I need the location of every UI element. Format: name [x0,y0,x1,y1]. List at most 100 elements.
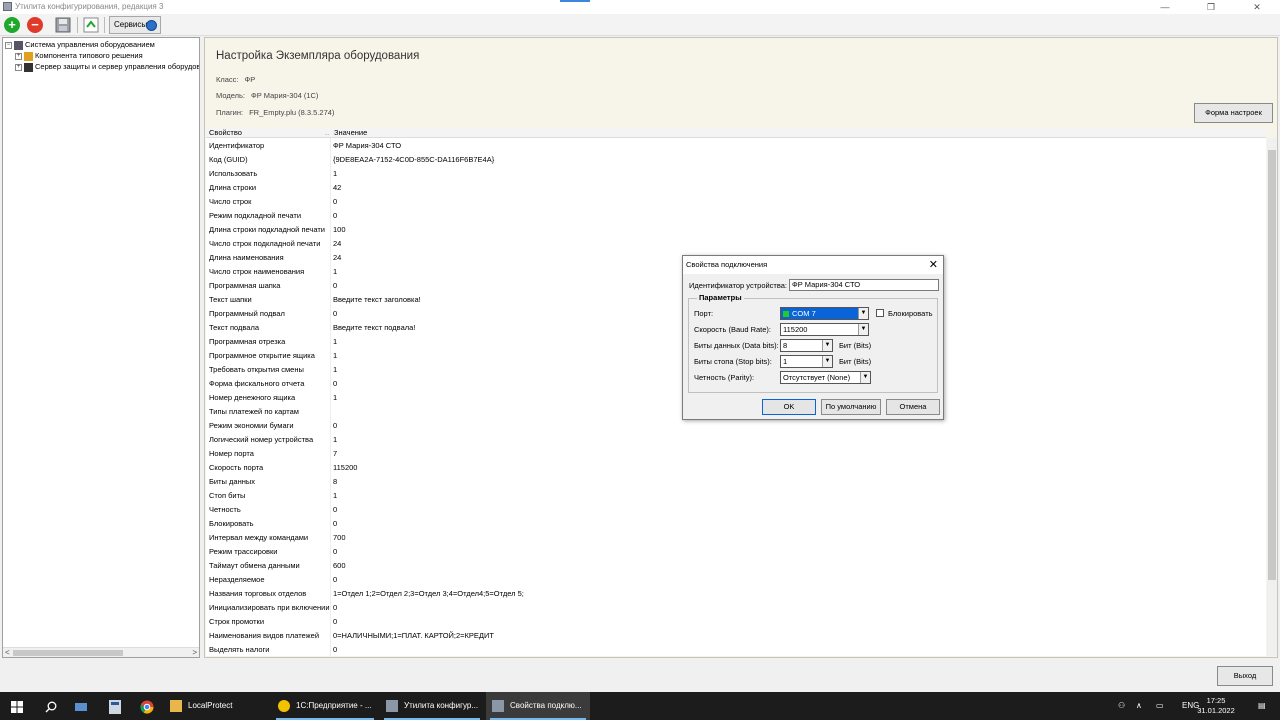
tree-item-system[interactable]: − Система управления оборудованием [5,39,155,50]
property-value[interactable]: 0 [333,643,337,656]
property-value[interactable]: 0 [333,545,337,559]
table-row[interactable]: Логический номер устройства 1 [206,433,1266,447]
taskbar-app-properties[interactable]: Свойства подклю... [486,692,590,720]
start-button[interactable] [0,692,34,720]
property-value[interactable]: 1=Отдел 1;2=Отдел 2;3=Отдел 3;4=Отдел4;5… [333,587,524,601]
tree-item-component[interactable]: + Компонента типового решения [15,50,143,61]
property-value[interactable]: 1 [333,391,337,405]
port-select[interactable]: COM 7 ▼ [780,307,869,320]
maximize-button[interactable]: ❐ [1188,0,1234,14]
table-row[interactable]: Режим подкладной печати 0 [206,209,1266,223]
default-button[interactable]: По умолчанию [821,399,881,415]
table-row[interactable]: Наименования видов платежей 0=НАЛИЧНЫМИ;1… [206,629,1266,643]
property-value[interactable]: 0 [333,503,337,517]
property-value[interactable]: 600 [333,559,346,573]
table-row[interactable]: Интервал между командами 700 [206,531,1266,545]
exit-button[interactable]: Выход [1217,666,1273,686]
table-row[interactable]: Число строк подкладной печати 24 [206,237,1266,251]
property-value[interactable]: 0 [333,195,337,209]
taskbar-app-localprotect[interactable]: LocalProtect [164,692,270,720]
expand-icon[interactable]: + [15,52,22,60]
table-row[interactable]: Блокировать 0 [206,517,1266,531]
property-value[interactable]: ФР Мария-304 СТО [333,139,401,153]
taskbar-app-utility[interactable]: Утилита конфигур... [380,692,484,720]
save-icon[interactable] [55,17,71,33]
table-row[interactable]: Код (GUID) {9DE8EA2A-7152-4C0D-855C-DA116… [206,153,1266,167]
block-checkbox[interactable] [876,309,884,317]
device-id-field[interactable]: ФР Мария-304 СТО [789,279,939,291]
services-button[interactable]: Сервисы [109,16,161,34]
property-value[interactable]: 42 [333,181,341,195]
property-value[interactable]: 1 [333,335,337,349]
property-value[interactable]: 1 [333,349,337,363]
scroll-left-icon[interactable]: < [5,648,10,657]
close-window-button[interactable]: ✕ [1234,0,1280,14]
property-value[interactable]: 24 [333,251,341,265]
chrome-icon[interactable] [130,692,164,720]
parity-select[interactable]: Отсутствует (None) ▼ [780,371,871,384]
minimize-button[interactable]: — [1142,0,1188,14]
remove-icon[interactable]: − [27,17,43,33]
chevron-down-icon[interactable]: ▼ [822,356,832,367]
table-row[interactable]: Биты данных 8 [206,475,1266,489]
table-row[interactable]: Номер порта 7 [206,447,1266,461]
property-value[interactable]: 1 [333,265,337,279]
property-value[interactable]: 0 [333,615,337,629]
table-row[interactable]: Режим экономии бумаги 0 [206,419,1266,433]
table-row[interactable]: Идентификатор ФР Мария-304 СТО [206,139,1266,153]
property-value[interactable]: 0 [333,377,337,391]
chevron-down-icon[interactable]: ▼ [822,340,832,351]
property-value[interactable]: 0 [333,601,337,615]
property-value[interactable]: 0 [333,517,337,531]
property-value[interactable]: 1 [333,433,337,447]
table-row[interactable]: Инициализировать при включении 0 [206,601,1266,615]
property-value[interactable]: 0 [333,307,337,321]
refresh-icon[interactable] [83,17,99,33]
grid-vertical-scrollbar[interactable] [1267,138,1277,656]
calculator-icon[interactable] [98,692,132,720]
network-icon[interactable]: ▭ [1156,692,1164,720]
chevron-down-icon[interactable]: ▼ [858,324,868,335]
tree-item-server[interactable]: + Сервер защиты и сервер управления обору… [15,61,199,72]
property-value[interactable]: 0=НАЛИЧНЫМИ;1=ПЛАТ. КАРТОЙ;2=КРЕДИТ [333,629,494,643]
property-value[interactable]: Введите текст подвала! [333,321,415,335]
property-value[interactable]: Введите текст заголовка! [333,293,421,307]
chevron-down-icon[interactable]: ▼ [858,308,868,319]
scroll-thumb[interactable] [1268,150,1276,580]
table-row[interactable]: Число строк 0 [206,195,1266,209]
scroll-thumb[interactable] [13,650,123,656]
expand-icon[interactable]: + [15,63,22,71]
table-row[interactable]: Использовать 1 [206,167,1266,181]
property-value[interactable]: 0 [333,209,337,223]
property-value[interactable]: 0 [333,419,337,433]
baud-rate-select[interactable]: 115200 ▼ [780,323,869,336]
search-icon[interactable] [34,692,68,720]
property-value[interactable]: {9DE8EA2A-7152-4C0D-855C-DA116F6B7E4A} [333,153,494,167]
add-icon[interactable]: + [4,17,20,33]
table-row[interactable]: Длина строки 42 [206,181,1266,195]
property-value[interactable]: 24 [333,237,341,251]
table-row[interactable]: Стоп биты 1 [206,489,1266,503]
collapse-icon[interactable]: − [5,41,12,49]
property-value[interactable]: 0 [333,573,337,587]
close-icon[interactable]: ✕ [929,256,938,274]
col-property-header[interactable]: Свойство [209,128,242,138]
chevron-up-icon[interactable]: ∧ [1136,692,1142,720]
scroll-right-icon[interactable]: > [192,648,197,657]
table-row[interactable]: Неразделяемое 0 [206,573,1266,587]
property-value[interactable]: 0 [333,279,337,293]
table-row[interactable]: Выделять налоги 0 [206,643,1266,656]
chevron-down-icon[interactable]: ▼ [860,372,870,383]
people-icon[interactable]: ⚇ [1118,692,1125,720]
property-value[interactable]: 1 [333,167,337,181]
property-value[interactable]: 7 [333,447,337,461]
table-row[interactable]: Таймаут обмена данными 600 [206,559,1266,573]
tree-horizontal-scrollbar[interactable]: < > [3,647,199,657]
table-row[interactable]: Длина строки подкладной печати 100 [206,223,1266,237]
settings-form-button[interactable]: Форма настроек [1194,103,1273,123]
col-value-header[interactable]: Значение [334,128,367,138]
table-row[interactable]: Названия торговых отделов 1=Отдел 1;2=Отд… [206,587,1266,601]
table-row[interactable]: Строк промотки 0 [206,615,1266,629]
table-row[interactable]: Четность 0 [206,503,1266,517]
property-value[interactable]: 115200 [333,461,357,475]
